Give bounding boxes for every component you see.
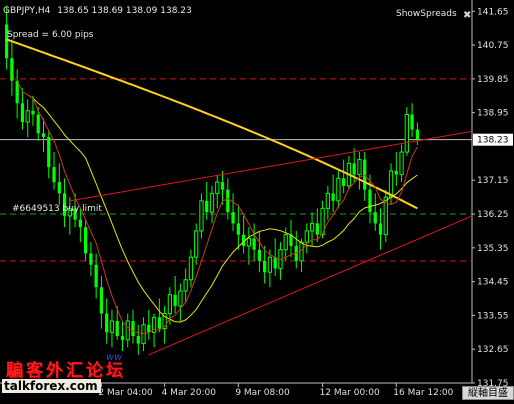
- y-tick-label: 135.35: [477, 244, 509, 254]
- candle-body-bear: [352, 163, 356, 175]
- candle-body-bear: [147, 324, 151, 333]
- vertical-scale-button[interactable]: 縦軸目盛: [462, 386, 514, 400]
- candle-body-bull: [125, 320, 130, 341]
- symbol-label: GBPJPY,H4: [3, 6, 51, 16]
- y-tick-label: 138.95: [477, 109, 509, 119]
- candle-body-bear: [231, 212, 235, 224]
- candle-body-bear: [205, 200, 209, 213]
- candle-body-bull: [167, 294, 173, 315]
- candle-body-bull: [209, 192, 215, 213]
- y-tick-label: 132.65: [477, 345, 509, 355]
- candle-body-bear: [131, 321, 135, 337]
- candle-body-bear: [226, 189, 230, 213]
- candle-body-bear: [10, 58, 14, 81]
- candle[interactable]: [404, 107, 409, 156]
- candle-body-bear: [105, 313, 109, 333]
- candle-body-bull: [109, 320, 115, 333]
- candle[interactable]: [383, 189, 388, 243]
- candle-body-bear: [47, 137, 51, 168]
- y-tick-label: 140.75: [477, 41, 509, 51]
- candle-body-bear: [83, 227, 88, 254]
- candle-body-bull: [325, 192, 330, 209]
- x-tick-label: 12 Mar 00:00: [320, 388, 380, 398]
- candle-body-bear: [373, 212, 377, 224]
- candle-body-bull: [357, 159, 362, 176]
- candle-body-bear: [363, 159, 367, 190]
- candle-body-bear: [157, 317, 161, 329]
- candle-body-bear: [36, 114, 40, 134]
- candle-body-bear: [378, 223, 383, 235]
- spread-label: Spread = 6.00 pips: [7, 30, 94, 40]
- price-chart[interactable]: 141.65 140.75 139.85 138.95 138.23 137.15 136.…: [0, 0, 514, 400]
- watermark-site: talkforex.com: [2, 379, 101, 393]
- candle-body-bear: [20, 103, 25, 123]
- watermark-url-fragment: ww: [106, 352, 123, 363]
- candle-body-bear: [99, 287, 104, 314]
- candle-body-bull: [336, 177, 341, 202]
- y-tick-label: 139.85: [477, 75, 509, 85]
- candle-body-bear: [173, 294, 177, 307]
- candle-body-bull: [267, 256, 273, 273]
- candle-body-bear: [331, 193, 335, 201]
- candle-body-bear: [273, 257, 277, 269]
- candle-body-bull: [388, 170, 394, 198]
- close-indicator-icon[interactable]: ✖: [463, 10, 471, 21]
- candle-body-bear: [415, 129, 419, 140]
- show-spreads-label: ShowSpreads: [396, 9, 457, 19]
- order-label: #6649513 buy limit: [12, 204, 102, 214]
- candle-body-bull: [299, 241, 304, 262]
- candle-body-bull: [399, 151, 404, 176]
- candle-body-bear: [220, 182, 225, 190]
- candle-body-bear: [368, 189, 372, 213]
- candle-body-bull: [304, 230, 309, 243]
- candle-body-bull: [283, 234, 288, 251]
- candle-body-bear: [89, 253, 93, 265]
- candle-body-bear: [252, 238, 256, 250]
- y-tick-label: 141.65: [477, 7, 509, 17]
- candle-body-bull: [25, 110, 30, 123]
- candle-body-bear: [15, 80, 19, 104]
- x-tick-label: 16 Mar 12:00: [393, 388, 453, 398]
- candle-body-bear: [315, 223, 319, 235]
- candle-body-bear: [394, 170, 398, 175]
- ohlc-label: 138.65 138.69 138.09 138.23: [57, 6, 192, 16]
- candle-body-bull: [215, 181, 220, 194]
- candle-body-bull: [404, 114, 409, 153]
- candle-body-bear: [57, 182, 61, 194]
- current-price-label: 138.23: [477, 136, 509, 146]
- x-tick-label: 4 Mar 20:00: [162, 388, 217, 398]
- y-tick-label: 136.25: [477, 210, 509, 220]
- candle-body-bear: [257, 249, 262, 261]
- candle-body-bear: [410, 114, 414, 130]
- candle-body-bull: [141, 324, 146, 345]
- y-tick-label: 133.55: [477, 311, 509, 321]
- y-tick-label: 137.15: [477, 176, 509, 186]
- candle-body-bear: [52, 167, 56, 183]
- candle-body-bear: [342, 178, 346, 186]
- candle-body-bull: [188, 256, 194, 281]
- chart-header: GBPJPY,H4 138.65 138.69 138.09 138.23: [3, 6, 192, 16]
- candle-body-bear: [120, 336, 125, 340]
- candle-body-bull: [246, 237, 251, 247]
- candle-body-bear: [41, 133, 46, 138]
- candle-body-bull: [309, 222, 315, 232]
- x-tick-label: 2 Mar 04:00: [98, 388, 153, 398]
- candle-body-bull: [199, 200, 204, 232]
- candle-body-bull: [194, 230, 199, 258]
- y-tick-label: 134.45: [477, 278, 509, 288]
- candle-body-bear: [115, 321, 119, 337]
- candle-body-bull: [178, 290, 183, 307]
- candle-body-bear: [94, 264, 98, 288]
- candle-body-bull: [183, 279, 188, 292]
- candle-body-bear: [78, 219, 82, 228]
- candle-body-bear: [236, 223, 240, 235]
- candle-body-bear: [263, 260, 267, 273]
- x-tick-label: 9 Mar 08:00: [235, 388, 290, 398]
- candle-body-bear: [136, 336, 140, 344]
- candle-body-bear: [31, 110, 35, 115]
